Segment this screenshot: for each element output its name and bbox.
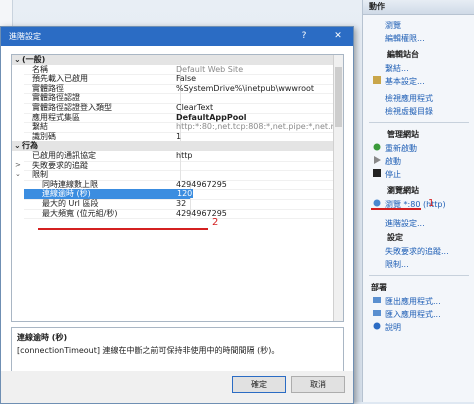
annotation-underline-1 [371, 208, 421, 210]
property-grid[interactable]: ⌄ (一般) 名稱 Default Web Site 預先載入已啟用 False 實體路… [11, 54, 344, 322]
restart-icon [373, 143, 381, 151]
property-row[interactable]: 識別碼 1 [12, 131, 343, 143]
group-configure: 設定 [387, 233, 403, 242]
import-icon [373, 310, 381, 316]
close-button[interactable]: ✕ [329, 27, 347, 46]
action-restart[interactable]: 重新啟動 [363, 142, 474, 155]
property-row[interactable]: 實體路徑認證登入類型 ClearText [12, 102, 343, 114]
property-row[interactable]: 同時連線數上限 4294967295 [12, 179, 343, 191]
action-stop[interactable]: 停止 [363, 168, 474, 181]
action-start[interactable]: 啟動 [363, 155, 474, 168]
collapse-icon[interactable]: ⌄ [14, 55, 21, 65]
scrollbar-thumb[interactable] [335, 67, 342, 127]
advanced-settings-dialog: 進階設定 ? ✕ ⌄ (一般) 名稱 Default Web Site 預先載入已啟… [0, 26, 354, 404]
dialog-titlebar: 進階設定 ? ✕ [1, 27, 353, 46]
ok-button[interactable]: 確定 [232, 376, 286, 393]
action-advanced-settings[interactable]: 進階設定... [363, 217, 474, 230]
help-icon [373, 322, 381, 330]
property-row[interactable]: 最大頻寬 (位元組/秒) 4294967295 [12, 208, 343, 220]
expand-icon[interactable]: > [15, 161, 21, 171]
property-row[interactable]: 連線逾時 (秒) 120 [12, 189, 343, 200]
action-bindings[interactable]: 繫結... [363, 62, 474, 75]
property-row[interactable]: 最大的 Url 區段 32 [12, 198, 343, 210]
action-view-apps[interactable]: 檢視應用程式 [363, 92, 474, 105]
actions-pane: 動作 瀏覽 編輯權限... 編輯站台 繫結... 基本設定... 檢視應用程式 … [362, 0, 474, 402]
grid-scrollbar[interactable] [333, 55, 343, 321]
property-row[interactable]: > 失敗要求的追蹤 [12, 160, 343, 172]
dialog-footer: 確定 取消 [1, 371, 353, 403]
group-edit-site: 編輯站台 [387, 50, 419, 59]
property-row[interactable]: 實體路徑 %SystemDrive%\inetpub\wwwroot [12, 83, 343, 95]
export-icon [373, 297, 381, 303]
expand-icon[interactable]: ⌄ [15, 170, 21, 180]
collapse-icon[interactable]: ⌄ [14, 141, 21, 151]
property-row[interactable]: 預先載入已啟用 False [12, 74, 343, 85]
action-export-app[interactable]: 匯出應用程式... [363, 295, 474, 308]
group-browse-site: 瀏覽網站 [387, 186, 419, 195]
description-body: [connectionTimeout] 連線在中斷之前可保持非使用中的時間間隔 … [17, 346, 280, 355]
action-import-app[interactable]: 匯入應用程式... [363, 308, 474, 321]
globe-icon [373, 199, 381, 207]
category-general[interactable]: ⌄ (一般) [12, 55, 343, 65]
action-basic-settings[interactable]: 基本設定... [363, 75, 474, 88]
help-button[interactable]: ? [295, 27, 313, 46]
property-row[interactable]: 已啟用的通訊協定 http [12, 150, 343, 162]
action-edit-permissions[interactable]: 編輯權限... [363, 32, 474, 45]
property-row[interactable]: 應用程式集區 DefaultAppPool [12, 112, 343, 124]
settings-icon [373, 76, 381, 84]
group-manage-site: 管理網站 [387, 130, 419, 139]
property-row[interactable]: 實體路徑認證 [12, 93, 343, 104]
group-deploy: 部署 [371, 283, 387, 292]
start-icon [374, 156, 381, 164]
property-row[interactable]: ⌄ 限制 [12, 170, 343, 181]
property-name: 最大頻寬 (位元組/秒) [24, 208, 191, 220]
action-browse[interactable]: 瀏覽 [363, 19, 474, 32]
property-row[interactable]: 名稱 Default Web Site [12, 64, 343, 76]
action-view-vdirs[interactable]: 檢視虛擬目錄 [363, 105, 474, 118]
action-limits[interactable]: 限制... [363, 258, 474, 271]
property-row[interactable]: 繫結 http:*:80:,net.tcp:808:*,net.pipe:*,ne… [12, 122, 343, 133]
property-value[interactable]: 4294967295 [173, 209, 343, 220]
category-behavior[interactable]: ⌄ 行為 [12, 141, 343, 151]
annotation-label-2: 2 [212, 217, 219, 228]
action-failed-request-tracing[interactable]: 失敗要求的追蹤... [363, 245, 474, 258]
actions-header: 動作 [363, 0, 474, 15]
annotation-underline-2 [38, 228, 208, 230]
stop-icon [373, 169, 381, 177]
action-help[interactable]: 說明 [363, 321, 474, 334]
annotation-label-1: 1 [428, 198, 435, 209]
description-title: 連線逾時 (秒) [17, 333, 68, 342]
cancel-button[interactable]: 取消 [291, 376, 345, 393]
dialog-title: 進階設定 [9, 32, 41, 41]
